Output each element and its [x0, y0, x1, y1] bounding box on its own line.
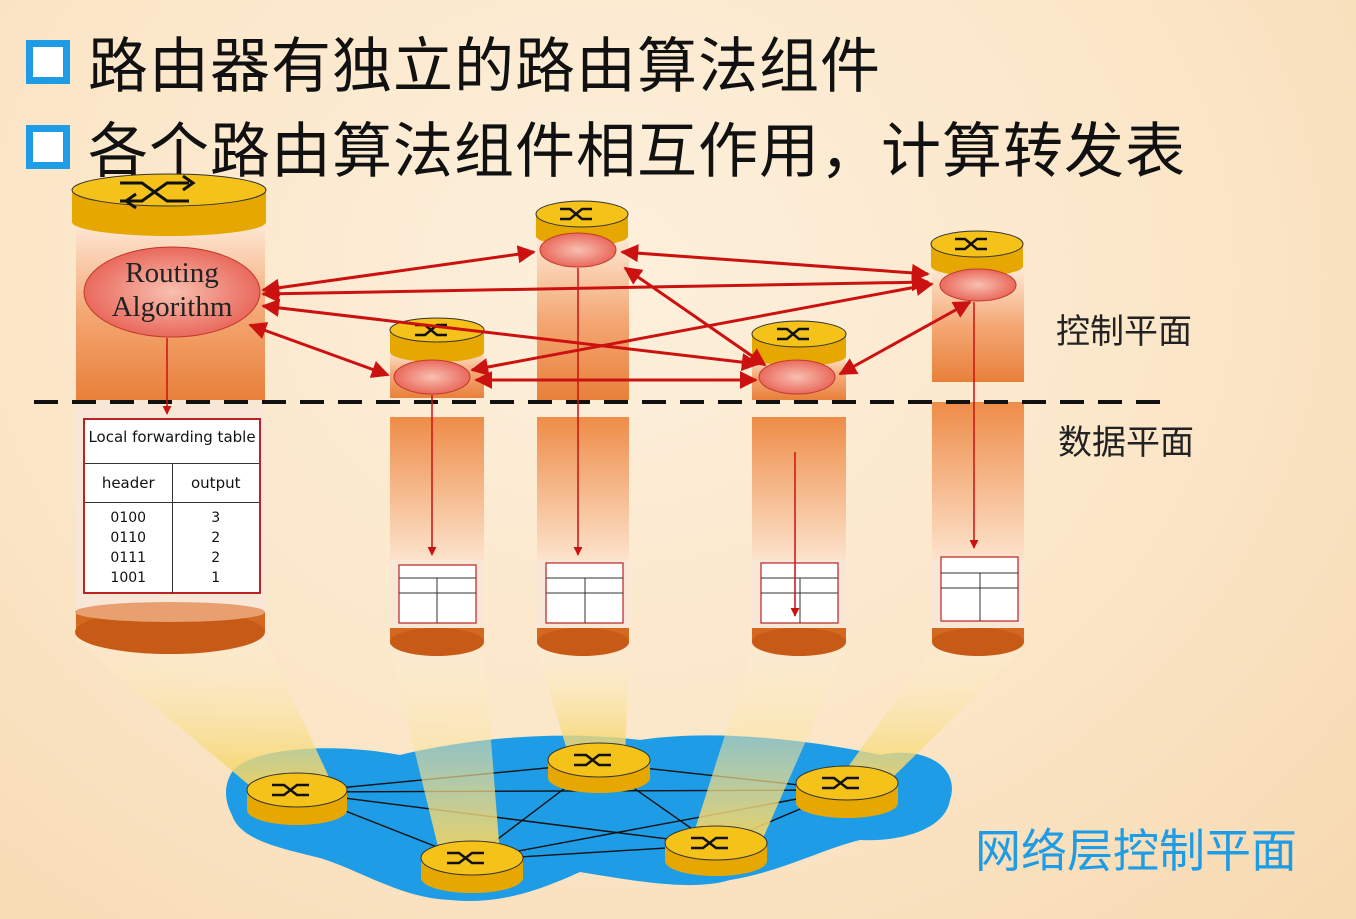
data-plane-label: 数据平面 [1058, 423, 1194, 463]
table-cell: 2 [211, 530, 221, 546]
forwarding-table-title: Local forwarding table [85, 420, 259, 464]
router-cylinder-3 [535, 200, 629, 656]
table-cell: 0111 [110, 550, 147, 566]
routing-algorithm-line1: Routing [125, 257, 219, 289]
router-cylinder-4 [751, 320, 847, 656]
table-cell: 0110 [110, 530, 147, 546]
forwarding-table-header-row: header output [85, 464, 259, 503]
control-plane-label: 控制平面 [1056, 312, 1192, 352]
network-router-3 [420, 840, 524, 893]
routing-algorithm-label: Routing Algorithm [82, 256, 262, 324]
column-header-header: header [85, 464, 173, 502]
table-cell: 0100 [110, 510, 147, 526]
network-router-4 [664, 825, 768, 876]
network-router-1 [246, 772, 348, 825]
output-values-column: 3 2 2 1 [173, 503, 260, 593]
table-cell: 1 [211, 570, 221, 586]
table-cell: 1001 [110, 570, 147, 586]
forwarding-table-body: 0100 0110 0111 1001 3 2 2 1 [85, 503, 259, 593]
network-router-5 [795, 765, 899, 818]
router-cylinder-5 [930, 230, 1024, 656]
network-control-plane-label: 网络层控制平面 [975, 824, 1297, 878]
routing-algorithm-line2: Algorithm [111, 291, 233, 323]
local-forwarding-table: Local forwarding table header output 010… [83, 418, 261, 594]
header-values-column: 0100 0110 0111 1001 [85, 503, 173, 593]
router-cylinder-2 [389, 317, 485, 656]
table-cell: 2 [211, 550, 221, 566]
network-router-2 [547, 742, 651, 793]
column-header-output: output [191, 474, 241, 492]
table-cell: 3 [211, 510, 221, 526]
